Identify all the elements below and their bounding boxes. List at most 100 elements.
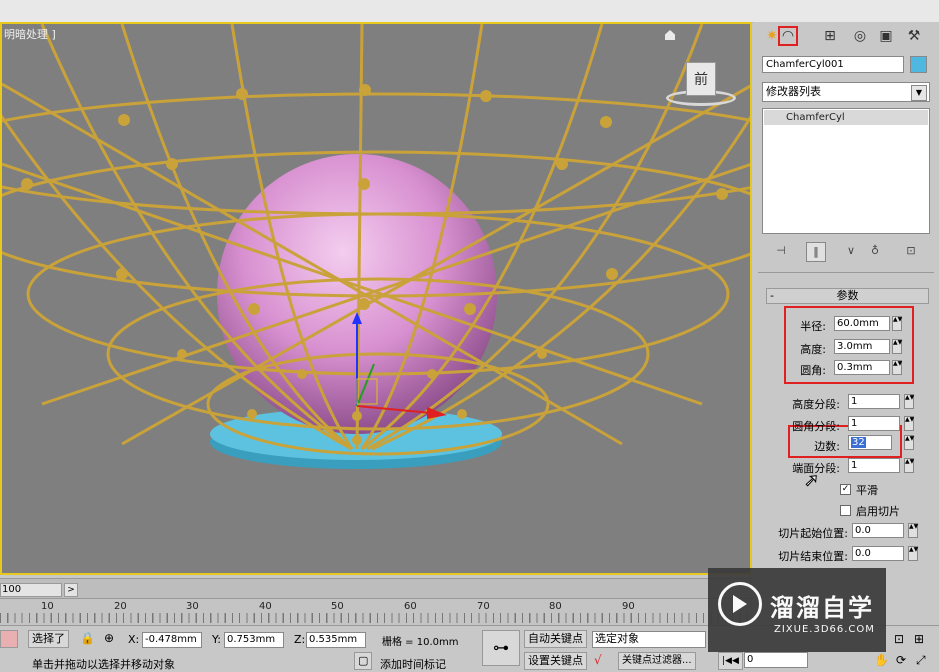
smooth-checkbox[interactable]: ✓ bbox=[840, 484, 851, 495]
pan-hand-icon[interactable]: ✋ bbox=[874, 653, 889, 667]
time-slider[interactable]: 100 > bbox=[0, 578, 752, 599]
current-frame-field[interactable]: 0 bbox=[744, 652, 808, 668]
remove-modifier-icon[interactable]: ♁ bbox=[866, 242, 884, 260]
viewport-scene bbox=[2, 24, 750, 469]
modify-arc-icon[interactable]: ◠ bbox=[778, 26, 798, 46]
modifier-stack[interactable]: ChamferCyl bbox=[762, 108, 930, 234]
configure-sets-icon[interactable]: ⊡ bbox=[902, 242, 920, 260]
tick-label: 90 bbox=[622, 601, 635, 612]
modifier-list-label: 修改器列表 bbox=[766, 85, 821, 98]
height-label: 高度: bbox=[800, 343, 826, 356]
stack-item-chamfercyl[interactable]: ChamferCyl bbox=[764, 110, 928, 125]
command-panel: ✷ ◠ ⊞ ◎ ▣ ⚒ ChamferCyl001 修改器列表 ▼ Chamfe… bbox=[754, 22, 939, 575]
key-icon[interactable]: ⊶ bbox=[482, 630, 520, 666]
slice-to-spinner[interactable]: ▲▼ bbox=[908, 546, 918, 561]
zoom-extents-icon[interactable]: ⊡ bbox=[894, 632, 904, 646]
display-icon[interactable]: ▣ bbox=[876, 26, 896, 46]
time-slider-next-button[interactable]: > bbox=[64, 583, 78, 597]
watermark-url: ZIXUE.3D66.COM bbox=[774, 624, 875, 635]
tick-label: 80 bbox=[549, 601, 562, 612]
zoom-all-icon[interactable]: ⊞ bbox=[914, 632, 924, 646]
tick-label: 50 bbox=[331, 601, 344, 612]
x-coord-label: X: bbox=[128, 633, 140, 646]
absolute-mode-icon[interactable]: ⊕ bbox=[104, 631, 114, 645]
viewport-label[interactable]: 明暗处理 ] bbox=[4, 26, 56, 42]
time-tag-icon[interactable]: ▢ bbox=[354, 652, 372, 670]
maximize-viewport-icon[interactable]: ⤢ bbox=[916, 653, 926, 668]
rollout-collapse-toggle[interactable]: - bbox=[770, 289, 774, 303]
title-strip bbox=[0, 0, 939, 23]
slice-on-label: 启用切片 bbox=[856, 505, 900, 518]
slice-from-field[interactable]: 0.0 bbox=[852, 523, 904, 538]
tick-label: 20 bbox=[114, 601, 127, 612]
z-coord-field[interactable]: 0.535mm bbox=[306, 632, 366, 648]
perspective-viewport[interactable]: 明暗处理 ] 前 bbox=[0, 22, 752, 575]
smooth-label: 平滑 bbox=[856, 484, 878, 497]
mouse-cursor-icon: ➚ bbox=[803, 470, 820, 492]
cap-segments-field[interactable]: 1 bbox=[848, 458, 900, 473]
watermark-title: 溜溜自学 bbox=[770, 594, 874, 622]
selection-status: 选择了 bbox=[28, 630, 69, 648]
slice-on-checkbox[interactable] bbox=[840, 505, 851, 516]
tick-label: 70 bbox=[477, 601, 490, 612]
curve-editor-icon[interactable]: √ bbox=[594, 653, 602, 667]
fillet-segments-spinner[interactable]: ▲▼ bbox=[904, 416, 914, 431]
slice-from-label: 切片起始位置: bbox=[778, 527, 848, 540]
tick-label: 10 bbox=[41, 601, 54, 612]
rollout-title: 参数 bbox=[836, 289, 859, 302]
z-coord-label: Z: bbox=[294, 633, 306, 646]
slice-to-field[interactable]: 0.0 bbox=[852, 546, 904, 561]
sides-spinner[interactable]: ▲▼ bbox=[904, 435, 914, 450]
object-color-swatch[interactable] bbox=[910, 56, 927, 73]
radius-spinner[interactable]: ▲▼ bbox=[892, 316, 902, 331]
tick-label: 30 bbox=[186, 601, 199, 612]
object-name-field[interactable]: ChamferCyl001 bbox=[762, 56, 904, 73]
panel-divider bbox=[758, 272, 934, 273]
pin-stack-icon[interactable]: ⊣ bbox=[772, 242, 790, 260]
height-segments-field[interactable]: 1 bbox=[848, 394, 900, 409]
view-cube-face-front[interactable]: 前 bbox=[686, 62, 716, 96]
fillet-field[interactable]: 0.3mm bbox=[834, 360, 890, 375]
cap-segments-spinner[interactable]: ▲▼ bbox=[904, 458, 914, 473]
ruler-ticks bbox=[0, 613, 752, 623]
utilities-hammer-icon[interactable]: ⚒ bbox=[904, 26, 924, 46]
show-end-result-icon[interactable]: ‖ bbox=[806, 242, 826, 262]
auto-key-button[interactable]: 自动关键点 bbox=[524, 630, 587, 648]
height-segments-spinner[interactable]: ▲▼ bbox=[904, 394, 914, 409]
make-unique-icon[interactable]: ∨ bbox=[842, 242, 860, 260]
selection-set-dropdown[interactable]: 选定对象 bbox=[592, 631, 706, 648]
fillet-label: 圆角: bbox=[800, 364, 826, 377]
chevron-down-icon[interactable]: ▼ bbox=[911, 85, 927, 101]
time-slider-frame[interactable]: 100 bbox=[0, 583, 62, 597]
slice-from-spinner[interactable]: ▲▼ bbox=[908, 523, 918, 538]
view-cube[interactable]: 前 bbox=[666, 62, 738, 108]
height-segments-label: 高度分段: bbox=[792, 398, 840, 411]
fillet-spinner[interactable]: ▲▼ bbox=[892, 360, 902, 375]
height-spinner[interactable]: ▲▼ bbox=[892, 339, 902, 354]
lock-icon[interactable]: 🔒 bbox=[80, 631, 95, 645]
track-bar[interactable]: 10 20 30 40 50 60 70 80 90 bbox=[0, 598, 752, 625]
watermark-triangle bbox=[733, 595, 747, 613]
modifier-list-dropdown[interactable]: 修改器列表 ▼ bbox=[762, 82, 930, 102]
hierarchy-icon[interactable]: ⊞ bbox=[820, 26, 840, 46]
radius-field[interactable]: 60.0mm bbox=[834, 316, 890, 331]
parameters-rollout-header[interactable]: - 参数 bbox=[766, 288, 929, 304]
y-coord-field[interactable]: 0.753mm bbox=[224, 632, 284, 648]
grid-size: 栅格 = 10.0mm bbox=[382, 637, 459, 648]
key-filters-button[interactable]: 关键点过滤器... bbox=[618, 652, 696, 670]
go-to-start-icon[interactable]: |◀◀ bbox=[718, 652, 743, 670]
orbit-icon[interactable]: ⟳ bbox=[896, 653, 906, 667]
height-field[interactable]: 3.0mm bbox=[834, 339, 890, 354]
tick-label: 40 bbox=[259, 601, 272, 612]
x-coord-field[interactable]: -0.478mm bbox=[142, 632, 202, 648]
slice-to-label: 切片结束位置: bbox=[778, 550, 848, 563]
maxscript-listener-icon[interactable] bbox=[0, 630, 18, 648]
sides-field[interactable]: 32 bbox=[848, 435, 892, 450]
y-coord-label: Y: bbox=[212, 633, 221, 646]
motion-icon[interactable]: ◎ bbox=[850, 26, 870, 46]
radius-label: 半径: bbox=[800, 320, 826, 333]
fillet-segments-label: 圆角分段: bbox=[792, 420, 840, 433]
fillet-segments-field[interactable]: 1 bbox=[848, 416, 900, 431]
sides-value-selected: 32 bbox=[851, 437, 866, 448]
set-key-button[interactable]: 设置关键点 bbox=[524, 652, 587, 670]
